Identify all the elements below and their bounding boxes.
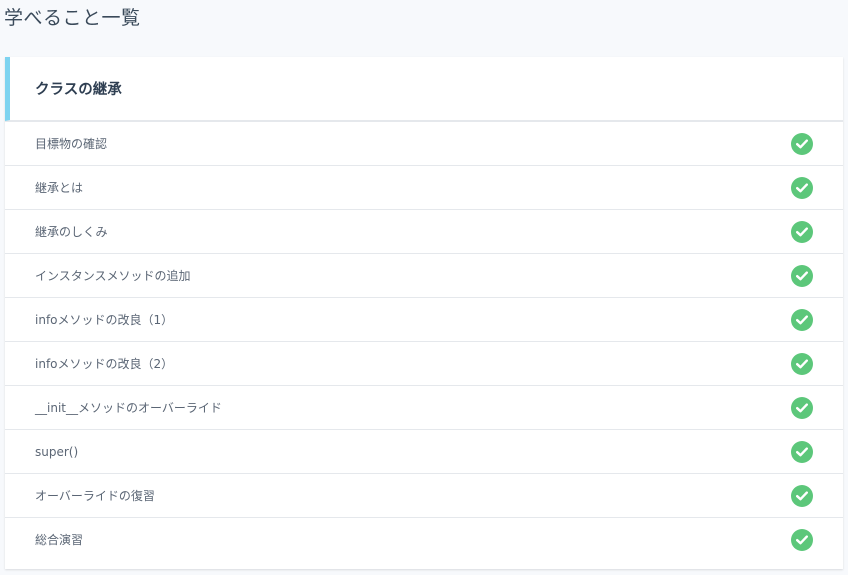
lesson-row[interactable]: infoメソッドの改良（2） bbox=[5, 341, 843, 385]
lesson-label: infoメソッドの改良（1） bbox=[35, 313, 174, 327]
page-title: 学べること一覧 bbox=[4, 7, 141, 29]
check-icon bbox=[791, 264, 813, 287]
check-icon bbox=[791, 352, 813, 375]
check-icon bbox=[791, 396, 813, 419]
check-icon bbox=[791, 484, 813, 507]
lesson-row[interactable]: 目標物の確認 bbox=[5, 121, 843, 165]
lesson-row[interactable]: インスタンスメソッドの追加 bbox=[5, 253, 843, 297]
lesson-row[interactable]: 継承とは bbox=[5, 165, 843, 209]
lesson-label: 総合演習 bbox=[35, 533, 84, 547]
lesson-row[interactable]: オーバーライドの復習 bbox=[5, 473, 843, 517]
lesson-row[interactable]: 総合演習 bbox=[5, 517, 843, 561]
lesson-label: infoメソッドの改良（2） bbox=[35, 357, 174, 371]
section-card: クラスの継承 目標物の確認 継承とは 継承のしくみ インスタンスメソッドの追加 … bbox=[5, 57, 843, 569]
check-icon bbox=[791, 132, 813, 155]
section-header: クラスの継承 bbox=[5, 57, 843, 121]
lesson-row[interactable]: super() bbox=[5, 429, 843, 473]
section-title: クラスの継承 bbox=[35, 82, 122, 98]
check-icon bbox=[791, 220, 813, 243]
lesson-label: 継承のしくみ bbox=[35, 225, 108, 239]
check-icon bbox=[791, 440, 813, 463]
check-icon bbox=[791, 308, 813, 331]
lesson-row[interactable]: __init__メソッドのオーバーライド bbox=[5, 385, 843, 429]
lesson-label: super() bbox=[35, 444, 79, 459]
lesson-row[interactable]: 継承のしくみ bbox=[5, 209, 843, 253]
check-icon bbox=[791, 528, 813, 551]
lesson-label: 目標物の確認 bbox=[35, 137, 108, 151]
lesson-row[interactable]: infoメソッドの改良（1） bbox=[5, 297, 843, 341]
lesson-label: __init__メソッドのオーバーライド bbox=[35, 401, 222, 415]
lesson-label: オーバーライドの復習 bbox=[35, 489, 155, 503]
lesson-label: インスタンスメソッドの追加 bbox=[35, 269, 191, 283]
lesson-label: 継承とは bbox=[35, 181, 84, 195]
check-icon bbox=[791, 176, 813, 199]
